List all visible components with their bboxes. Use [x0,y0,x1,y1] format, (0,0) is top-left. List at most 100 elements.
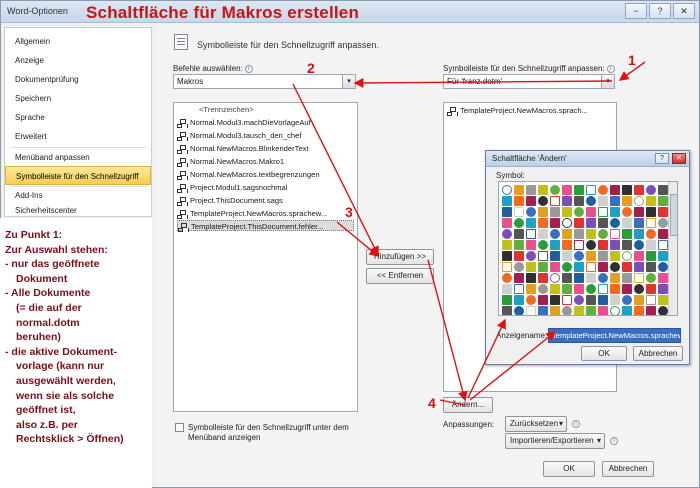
symbol-icon[interactable] [658,240,668,250]
symbol-icon[interactable] [634,262,644,272]
symbol-icon[interactable] [526,251,536,261]
symbol-icon[interactable] [610,306,620,315]
symbol-icon[interactable] [574,273,584,283]
symbol-icon[interactable] [526,306,536,315]
symbol-icon[interactable] [586,218,596,228]
sidebar-item-menueband[interactable]: Menüband anpassen [5,148,151,167]
symbol-icon[interactable] [622,251,632,261]
symbol-icon[interactable] [550,207,560,217]
list-item-selected[interactable]: TemplateProject.ThisDocument.fehler... [177,220,354,232]
symbol-icon[interactable] [562,306,572,315]
symbol-icon[interactable] [622,207,632,217]
symbol-icon[interactable] [574,240,584,250]
symbol-icon[interactable] [562,295,572,305]
sidebar-item-sprache[interactable]: Sprache [5,108,151,127]
list-item-separator[interactable]: <Trennzeichen> [177,104,254,115]
symbol-icon[interactable] [610,273,620,283]
symbol-icon[interactable] [514,284,524,294]
symbol-icon[interactable] [562,185,572,195]
symbol-icon[interactable] [586,185,596,195]
sidebar-item-sicherheitscenter[interactable]: Sicherheitscenter [5,204,151,217]
symbol-icon[interactable] [526,273,536,283]
symbol-icon[interactable] [562,207,572,217]
list-item[interactable]: Normal.NewMacros.Makro1 [177,156,284,167]
symbol-icon[interactable] [550,273,560,283]
symbol-icon[interactable] [586,262,596,272]
symbol-icon[interactable] [610,207,620,217]
symbol-icon[interactable] [622,240,632,250]
commands-list[interactable]: <Trennzeichen> Normal.Modul3.machDieVorl… [173,102,358,412]
symbol-icon[interactable] [610,196,620,206]
symbol-icon[interactable] [598,251,608,261]
symbol-icon[interactable] [598,207,608,217]
symbol-icon[interactable] [646,240,656,250]
commands-select[interactable]: Makros ▾ [173,74,356,89]
symbol-icon[interactable] [622,218,632,228]
symbol-icon[interactable] [574,185,584,195]
symbol-icon[interactable] [646,185,656,195]
below-ribbon-checkbox[interactable] [175,423,184,432]
symbol-icon[interactable] [526,262,536,272]
toolbar-target-select[interactable]: Für 'franz.dotm' ▾ [443,74,615,89]
symbol-grid[interactable] [498,181,678,316]
symbol-icon[interactable] [562,251,572,261]
cancel-button[interactable]: Abbrechen [602,461,654,477]
symbol-icon[interactable] [538,196,548,206]
symbol-icon[interactable] [574,218,584,228]
symbol-icon[interactable] [610,251,620,261]
symbol-icon[interactable] [598,295,608,305]
symbol-icon[interactable] [502,185,512,195]
symbol-icon[interactable] [586,306,596,315]
symbol-icon[interactable] [598,306,608,315]
symbol-icon[interactable] [550,218,560,228]
symbol-icon[interactable] [538,284,548,294]
symbol-icon[interactable] [526,218,536,228]
symbol-icon[interactable] [586,196,596,206]
list-item[interactable]: Normal.Modul3.machDieVorlageAuf [177,117,311,128]
symbol-icon[interactable] [586,240,596,250]
symbol-icon[interactable] [646,251,656,261]
symbol-icon[interactable] [526,185,536,195]
symbol-icon[interactable] [610,218,620,228]
symbol-icon[interactable] [598,284,608,294]
symbol-icon[interactable] [598,229,608,239]
symbol-icon[interactable] [646,207,656,217]
symbol-icon[interactable] [610,284,620,294]
symbol-icon[interactable] [550,251,560,261]
symbol-icon[interactable] [562,218,572,228]
symbol-icon[interactable] [550,295,560,305]
symbol-icon[interactable] [634,218,644,228]
list-item[interactable]: TemplateProject.NewMacros.sprach... [447,105,588,116]
symbol-icon[interactable] [598,185,608,195]
symbol-icon[interactable] [562,240,572,250]
symbol-icon[interactable] [658,207,668,217]
list-item[interactable]: Project.Modul1.sagsnochmal [177,182,288,193]
symbol-icon[interactable] [502,240,512,250]
symbol-icon[interactable] [574,284,584,294]
symbol-icon[interactable] [538,218,548,228]
symbol-icon[interactable] [646,295,656,305]
dialog-cancel-button[interactable]: Abbrechen [633,346,683,361]
sidebar-item-erweitert[interactable]: Erweitert [5,127,151,146]
symbol-icon[interactable] [514,240,524,250]
symbol-icon[interactable] [634,229,644,239]
symbol-icon[interactable] [526,196,536,206]
import-export-dropdown[interactable]: Importieren/Exportieren [505,433,605,449]
modify-button[interactable]: Ändern... [443,397,493,413]
symbol-icon[interactable] [658,185,668,195]
symbol-icon[interactable] [658,196,668,206]
symbol-icon[interactable] [634,251,644,261]
symbol-icon[interactable] [514,218,524,228]
dialog-close-button[interactable]: ✕ [672,153,686,164]
symbol-icon[interactable] [526,295,536,305]
symbol-icon[interactable] [658,273,668,283]
close-button[interactable]: ✕ [673,3,695,19]
symbol-icon[interactable] [646,262,656,272]
symbol-icon[interactable] [538,306,548,315]
list-item[interactable]: TemplateProject.NewMacros.sprachew... [177,208,327,219]
minimize-button[interactable]: − [625,3,647,19]
symbol-icon[interactable] [634,295,644,305]
remove-button[interactable]: << Entfernen [366,268,434,284]
symbol-icon[interactable] [658,306,668,315]
symbol-scrollbar[interactable] [668,182,677,315]
